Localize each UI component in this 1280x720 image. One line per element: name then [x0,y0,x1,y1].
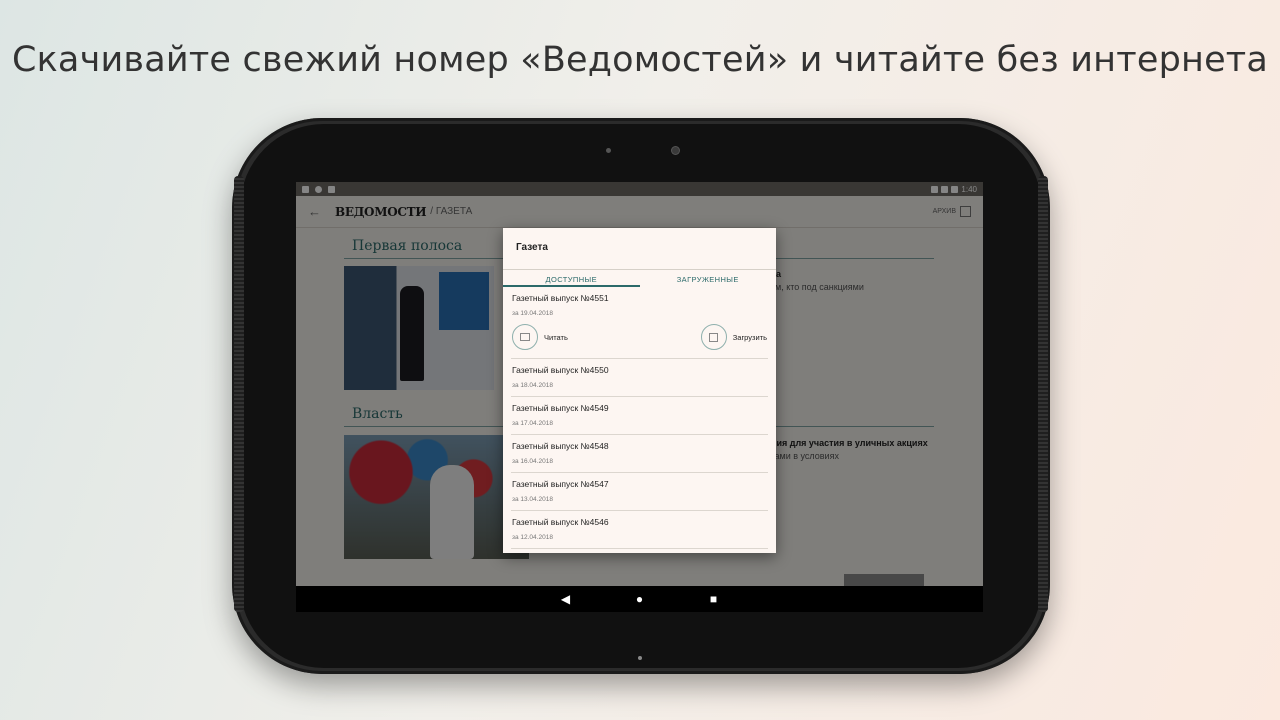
issue-title: Газетный выпуск №4551 [512,293,609,303]
issue-item[interactable]: Газетный выпуск №4551 за 19.04.2018 Чита… [511,287,768,359]
dialog-title: Газета [516,242,548,253]
home-indicator [638,656,642,660]
issue-item[interactable]: Газетный выпуск №4547 за 13.04.2018 [511,473,768,511]
nav-recents-icon[interactable]: ■ [707,592,721,606]
speaker-grille-right [1038,176,1048,612]
issue-date: за 16.04.2018 [512,458,553,465]
issue-date: за 13.04.2018 [512,496,553,503]
issue-item[interactable]: Газетный выпуск №4549 за 17.04.2018 [511,397,768,435]
tablet-screen: 1:40 ← ВЕДОМОСТИ / ГАЗЕТА АРХИВ Первая п… [296,182,983,612]
issue-item[interactable]: Газетный выпуск №4550 за 18.04.2018 [511,359,768,397]
tablet-device: 1:40 ← ВЕДОМОСТИ / ГАЗЕТА АРХИВ Первая п… [232,118,1050,674]
issue-title: Газетный выпуск №4550 [512,365,609,375]
newspaper-icon [512,324,538,350]
issue-title: Газетный выпуск №4549 [512,403,609,413]
issue-date: за 17.04.2018 [512,420,553,427]
promo-headline: Скачивайте свежий номер «Ведомостей» и ч… [11,40,1269,80]
issue-item[interactable]: Газетный выпуск №4548 за 16.04.2018 [511,435,768,473]
nav-back-icon[interactable]: ◀ [559,592,573,606]
download-icon [700,324,727,350]
issue-date: за 12.04.2018 [512,534,553,541]
issue-title: Газетный выпуск №4548 [512,441,609,451]
tab-available[interactable]: ДОСТУПНЫЕ [503,270,640,287]
issue-title: Газетный выпуск №4547 [512,479,609,489]
nav-home-icon[interactable]: ● [633,592,647,606]
front-camera [672,147,679,154]
newspaper-dialog: Газета ДОСТУПНЫЕ ЗАГРУЖЕННЫЕ Газетный вы… [503,228,776,553]
dialog-tabs: ДОСТУПНЫЕ ЗАГРУЖЕННЫЕ [503,269,776,287]
speaker-grille-left [234,176,244,612]
tab-downloaded[interactable]: ЗАГРУЖЕННЫЕ [640,270,777,287]
issue-date: за 18.04.2018 [512,382,553,389]
download-button[interactable]: Загрузить [700,324,767,350]
download-label: Загрузить [732,332,767,342]
issue-date: за 19.04.2018 [512,310,553,317]
issue-actions: Читать Загрузить [512,324,767,350]
issue-item[interactable]: Газетный выпуск №4546 за 12.04.2018 [511,511,768,549]
issue-title: Газетный выпуск №4546 [512,517,609,527]
light-sensor [606,148,611,153]
issue-list: Газетный выпуск №4551 за 19.04.2018 Чита… [503,287,776,549]
read-label: Читать [544,332,568,342]
read-button[interactable]: Читать [512,324,568,350]
android-nav-bar: ◀ ● ■ [296,586,983,612]
